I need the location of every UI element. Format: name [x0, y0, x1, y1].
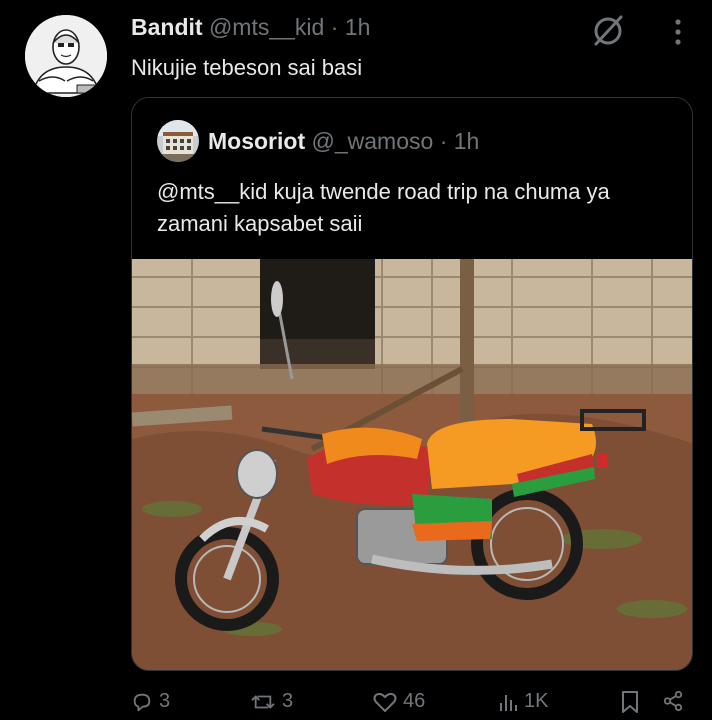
tweet-text: Nikujie tebeson sai basi: [131, 55, 363, 80]
bookmark-button[interactable]: [620, 690, 640, 714]
quoted-author-handle[interactable]: @_wamoso: [312, 128, 434, 154]
views-button[interactable]: 1K: [498, 690, 548, 713]
quoted-tweet[interactable]: Mosoriot @_wamoso · 1h @mts__kid kuja tw…: [131, 97, 693, 671]
views-icon: [500, 694, 517, 711]
heart-icon: [373, 692, 397, 712]
author-name[interactable]: Bandit: [131, 14, 203, 40]
quoted-author-name[interactable]: Mosoriot: [208, 128, 305, 154]
like-button[interactable]: 46: [373, 690, 425, 713]
motorcycle-photo-drawing: [132, 259, 692, 670]
reply-count: 3: [159, 690, 171, 712]
motorcycle-photo[interactable]: [132, 259, 692, 670]
like-count: 46: [403, 690, 426, 712]
quoted-author-avatar[interactable]: [157, 120, 199, 162]
views-count: 1K: [524, 690, 549, 712]
bookmark-icon: [622, 691, 638, 713]
repost-icon: [251, 694, 275, 709]
tweet-time[interactable]: 1h: [345, 14, 371, 40]
more-dots-icon[interactable]: [668, 14, 688, 50]
share-icon: [663, 690, 683, 712]
author-avatar[interactable]: [25, 15, 107, 97]
quoted-avatar-drawing: [157, 120, 199, 162]
author-handle[interactable]: @mts__kid: [209, 14, 324, 40]
repost-count: 3: [282, 690, 294, 712]
quoted-time[interactable]: 1h: [454, 128, 480, 154]
quoted-header: Mosoriot @_wamoso · 1h: [208, 128, 479, 155]
repost-button[interactable]: 3: [250, 690, 293, 713]
grok-icon[interactable]: [590, 12, 626, 48]
tweet-header: Bandit @mts__kid · 1h: [131, 14, 370, 41]
avatar-drawing: [25, 15, 107, 97]
reply-icon: [133, 693, 151, 711]
quoted-tweet-text: @mts__kid kuja twende road trip na chuma…: [157, 179, 610, 236]
quoted-separator: ·: [439, 128, 448, 154]
reply-button[interactable]: 3: [131, 690, 170, 713]
tweet-actions: 3 3 46 1K: [0, 690, 712, 720]
share-button[interactable]: [662, 690, 684, 712]
header-separator: ·: [330, 14, 339, 40]
